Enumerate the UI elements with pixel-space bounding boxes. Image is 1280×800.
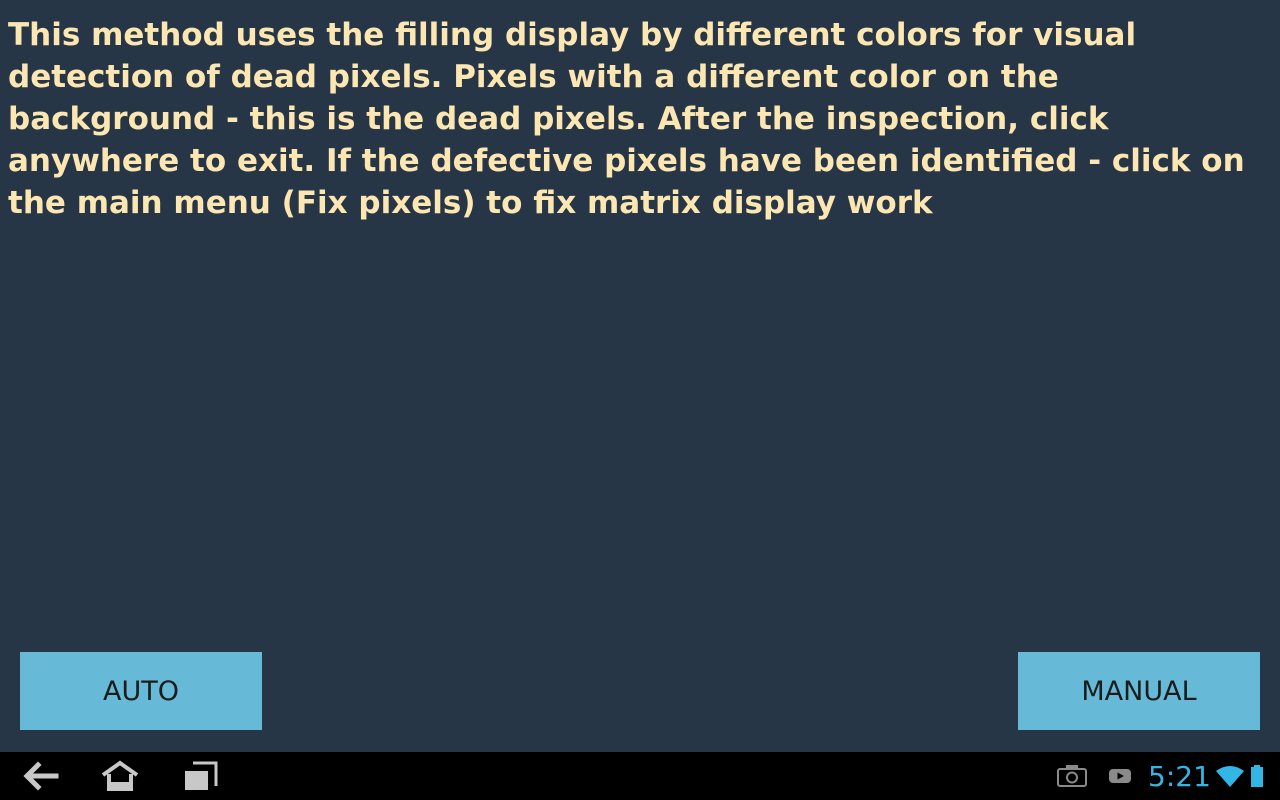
youtube-icon <box>1109 769 1131 783</box>
camera-icon <box>1057 765 1087 787</box>
auto-button[interactable]: AUTO <box>20 652 262 730</box>
home-icon <box>101 760 139 791</box>
auto-button-label: AUTO <box>103 675 179 707</box>
wifi-icon <box>1216 766 1244 787</box>
app-area[interactable]: This method uses the filling display by … <box>0 0 1280 752</box>
battery-status <box>1248 752 1266 800</box>
instructions-text: This method uses the filling display by … <box>8 17 1245 221</box>
youtube-notification[interactable] <box>1106 752 1134 800</box>
back-icon <box>23 761 59 791</box>
screenshot-notification[interactable] <box>1054 752 1090 800</box>
recent-apps-icon <box>185 761 218 790</box>
battery-icon <box>1251 765 1263 787</box>
system-bar: 5:21 <box>0 752 1280 800</box>
clock: 5:21 <box>1148 760 1211 793</box>
recent-apps-button[interactable] <box>170 752 230 800</box>
manual-button[interactable]: MANUAL <box>1018 652 1260 730</box>
home-button[interactable] <box>90 752 150 800</box>
manual-button-label: MANUAL <box>1081 675 1197 707</box>
wifi-status <box>1214 752 1246 800</box>
back-button[interactable] <box>10 752 70 800</box>
screen: This method uses the filling display by … <box>0 0 1280 800</box>
